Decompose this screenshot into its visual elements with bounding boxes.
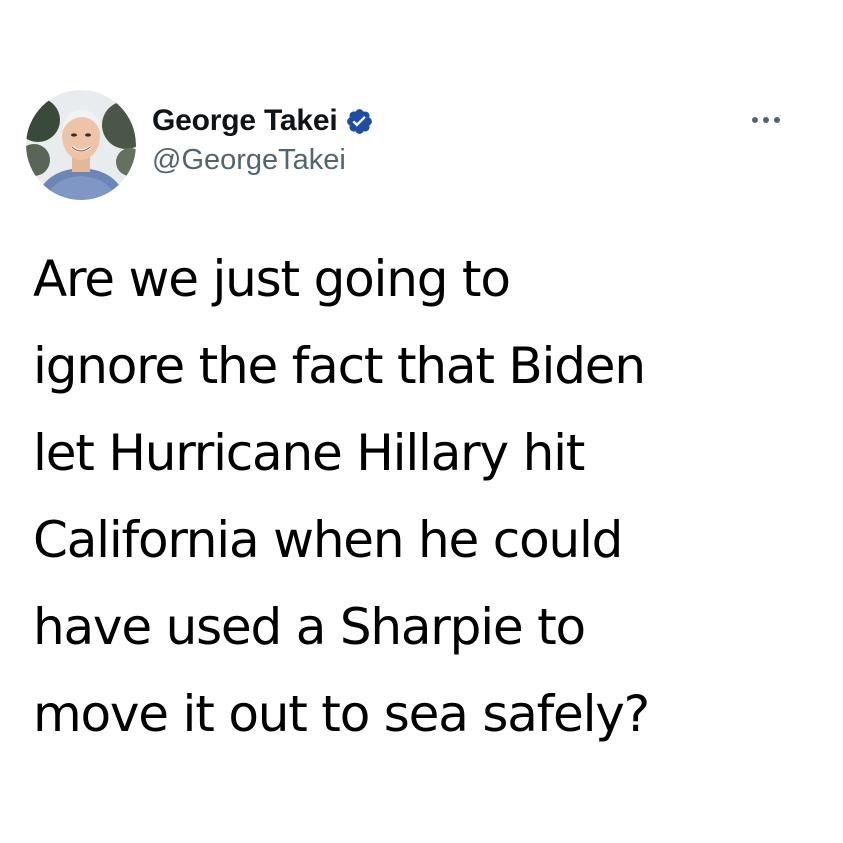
user-info: George Takei @GeorgeTakei [152, 100, 374, 177]
tweet-card: George Takei @GeorgeTakei Are we just go… [0, 0, 843, 843]
more-options-button[interactable] [746, 108, 786, 132]
display-name[interactable]: George Takei [152, 104, 338, 138]
handle[interactable]: @GeorgeTakei [152, 144, 374, 177]
verified-badge-icon [345, 107, 374, 136]
tweet-text: Are we just going to ignore the fact tha… [33, 250, 650, 743]
name-row: George Takei [152, 100, 374, 142]
avatar[interactable] [26, 90, 136, 200]
avatar-image [26, 90, 136, 200]
more-options-icon [752, 117, 780, 123]
